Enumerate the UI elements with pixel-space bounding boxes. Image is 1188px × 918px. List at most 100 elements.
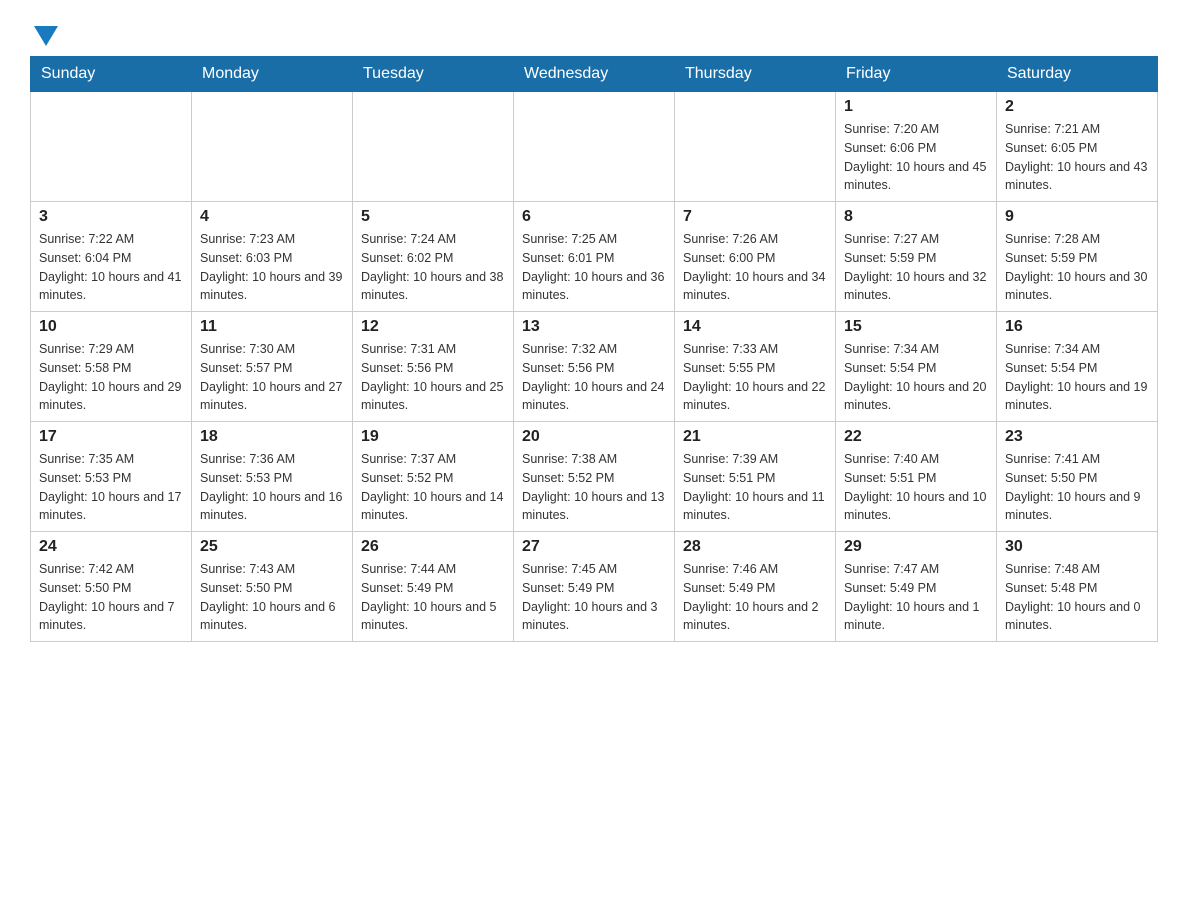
calendar-cell: 25 Sunrise: 7:43 AMSunset: 5:50 PMDayligh… bbox=[192, 532, 353, 642]
day-number: 9 bbox=[1005, 208, 1149, 226]
calendar-cell: 10 Sunrise: 7:29 AMSunset: 5:58 PMDayligh… bbox=[31, 312, 192, 422]
day-info: Sunrise: 7:36 AMSunset: 5:53 PMDaylight:… bbox=[200, 450, 344, 525]
calendar-cell: 14 Sunrise: 7:33 AMSunset: 5:55 PMDayligh… bbox=[675, 312, 836, 422]
calendar-cell: 1 Sunrise: 7:20 AMSunset: 6:06 PMDaylight… bbox=[836, 92, 997, 202]
day-info: Sunrise: 7:42 AMSunset: 5:50 PMDaylight:… bbox=[39, 560, 183, 635]
calendar-cell: 13 Sunrise: 7:32 AMSunset: 5:56 PMDayligh… bbox=[514, 312, 675, 422]
logo bbox=[30, 20, 58, 46]
calendar-cell: 17Sunrise: 7:35 AMSunset: 5:53 PMDayligh… bbox=[31, 422, 192, 532]
calendar-cell: 6 Sunrise: 7:25 AMSunset: 6:01 PMDaylight… bbox=[514, 202, 675, 312]
day-info: Sunrise: 7:39 AMSunset: 5:51 PMDaylight:… bbox=[683, 450, 827, 525]
calendar-cell: 12 Sunrise: 7:31 AMSunset: 5:56 PMDayligh… bbox=[353, 312, 514, 422]
page-header bbox=[30, 20, 1158, 46]
day-number: 13 bbox=[522, 318, 666, 336]
calendar-cell: 24 Sunrise: 7:42 AMSunset: 5:50 PMDayligh… bbox=[31, 532, 192, 642]
day-number: 19 bbox=[361, 428, 505, 446]
day-number: 2 bbox=[1005, 98, 1149, 116]
day-info: Sunrise: 7:26 AMSunset: 6:00 PMDaylight:… bbox=[683, 230, 827, 305]
day-number: 27 bbox=[522, 538, 666, 556]
day-number: 23 bbox=[1005, 428, 1149, 446]
column-header-saturday: Saturday bbox=[997, 57, 1158, 92]
day-number: 28 bbox=[683, 538, 827, 556]
day-info: Sunrise: 7:44 AMSunset: 5:49 PMDaylight:… bbox=[361, 560, 505, 635]
day-number: 10 bbox=[39, 318, 183, 336]
day-info: Sunrise: 7:40 AMSunset: 5:51 PMDaylight:… bbox=[844, 450, 988, 525]
day-number: 24 bbox=[39, 538, 183, 556]
day-number: 25 bbox=[200, 538, 344, 556]
day-info: Sunrise: 7:29 AMSunset: 5:58 PMDaylight:… bbox=[39, 340, 183, 415]
column-header-wednesday: Wednesday bbox=[514, 57, 675, 92]
day-number: 6 bbox=[522, 208, 666, 226]
column-header-monday: Monday bbox=[192, 57, 353, 92]
day-number: 26 bbox=[361, 538, 505, 556]
day-info: Sunrise: 7:27 AMSunset: 5:59 PMDaylight:… bbox=[844, 230, 988, 305]
calendar-cell: 11 Sunrise: 7:30 AMSunset: 5:57 PMDayligh… bbox=[192, 312, 353, 422]
calendar-cell bbox=[353, 92, 514, 202]
day-info: Sunrise: 7:25 AMSunset: 6:01 PMDaylight:… bbox=[522, 230, 666, 305]
calendar-cell bbox=[514, 92, 675, 202]
day-number: 18 bbox=[200, 428, 344, 446]
calendar-cell bbox=[192, 92, 353, 202]
calendar-cell: 18 Sunrise: 7:36 AMSunset: 5:53 PMDayligh… bbox=[192, 422, 353, 532]
day-number: 15 bbox=[844, 318, 988, 336]
day-info: Sunrise: 7:37 AMSunset: 5:52 PMDaylight:… bbox=[361, 450, 505, 525]
calendar-cell: 16 Sunrise: 7:34 AMSunset: 5:54 PMDayligh… bbox=[997, 312, 1158, 422]
day-info: Sunrise: 7:32 AMSunset: 5:56 PMDaylight:… bbox=[522, 340, 666, 415]
calendar-cell: 28 Sunrise: 7:46 AMSunset: 5:49 PMDayligh… bbox=[675, 532, 836, 642]
day-info: Sunrise: 7:21 AMSunset: 6:05 PMDaylight:… bbox=[1005, 120, 1149, 195]
day-number: 5 bbox=[361, 208, 505, 226]
calendar-cell: 7 Sunrise: 7:26 AMSunset: 6:00 PMDaylight… bbox=[675, 202, 836, 312]
day-number: 22 bbox=[844, 428, 988, 446]
day-number: 1 bbox=[844, 98, 988, 116]
day-number: 14 bbox=[683, 318, 827, 336]
calendar-cell bbox=[675, 92, 836, 202]
day-number: 12 bbox=[361, 318, 505, 336]
day-info: Sunrise: 7:41 AMSunset: 5:50 PMDaylight:… bbox=[1005, 450, 1149, 525]
day-number: 8 bbox=[844, 208, 988, 226]
day-number: 20 bbox=[522, 428, 666, 446]
calendar-header-row: SundayMondayTuesdayWednesdayThursdayFrid… bbox=[31, 57, 1158, 92]
day-info: Sunrise: 7:34 AMSunset: 5:54 PMDaylight:… bbox=[1005, 340, 1149, 415]
calendar-cell: 26 Sunrise: 7:44 AMSunset: 5:49 PMDayligh… bbox=[353, 532, 514, 642]
column-header-tuesday: Tuesday bbox=[353, 57, 514, 92]
calendar-cell: 15 Sunrise: 7:34 AMSunset: 5:54 PMDayligh… bbox=[836, 312, 997, 422]
day-info: Sunrise: 7:45 AMSunset: 5:49 PMDaylight:… bbox=[522, 560, 666, 635]
day-info: Sunrise: 7:30 AMSunset: 5:57 PMDaylight:… bbox=[200, 340, 344, 415]
calendar-cell: 8 Sunrise: 7:27 AMSunset: 5:59 PMDaylight… bbox=[836, 202, 997, 312]
day-number: 3 bbox=[39, 208, 183, 226]
calendar-cell bbox=[31, 92, 192, 202]
day-number: 4 bbox=[200, 208, 344, 226]
calendar-cell: 9Sunrise: 7:28 AMSunset: 5:59 PMDaylight… bbox=[997, 202, 1158, 312]
day-info: Sunrise: 7:20 AMSunset: 6:06 PMDaylight:… bbox=[844, 120, 988, 195]
calendar-week-2: 3Sunrise: 7:22 AMSunset: 6:04 PMDaylight… bbox=[31, 202, 1158, 312]
calendar-cell: 3Sunrise: 7:22 AMSunset: 6:04 PMDaylight… bbox=[31, 202, 192, 312]
day-info: Sunrise: 7:33 AMSunset: 5:55 PMDaylight:… bbox=[683, 340, 827, 415]
day-number: 30 bbox=[1005, 538, 1149, 556]
day-info: Sunrise: 7:24 AMSunset: 6:02 PMDaylight:… bbox=[361, 230, 505, 305]
day-number: 21 bbox=[683, 428, 827, 446]
calendar-cell: 29 Sunrise: 7:47 AMSunset: 5:49 PMDayligh… bbox=[836, 532, 997, 642]
calendar-cell: 2 Sunrise: 7:21 AMSunset: 6:05 PMDaylight… bbox=[997, 92, 1158, 202]
day-number: 7 bbox=[683, 208, 827, 226]
day-info: Sunrise: 7:35 AMSunset: 5:53 PMDaylight:… bbox=[39, 450, 183, 525]
day-info: Sunrise: 7:34 AMSunset: 5:54 PMDaylight:… bbox=[844, 340, 988, 415]
calendar-cell: 23 Sunrise: 7:41 AMSunset: 5:50 PMDayligh… bbox=[997, 422, 1158, 532]
calendar-table: SundayMondayTuesdayWednesdayThursdayFrid… bbox=[30, 56, 1158, 642]
calendar-cell: 30 Sunrise: 7:48 AMSunset: 5:48 PMDayligh… bbox=[997, 532, 1158, 642]
day-info: Sunrise: 7:47 AMSunset: 5:49 PMDaylight:… bbox=[844, 560, 988, 635]
day-info: Sunrise: 7:43 AMSunset: 5:50 PMDaylight:… bbox=[200, 560, 344, 635]
calendar-week-4: 17Sunrise: 7:35 AMSunset: 5:53 PMDayligh… bbox=[31, 422, 1158, 532]
day-number: 16 bbox=[1005, 318, 1149, 336]
day-info: Sunrise: 7:46 AMSunset: 5:49 PMDaylight:… bbox=[683, 560, 827, 635]
column-header-thursday: Thursday bbox=[675, 57, 836, 92]
day-info: Sunrise: 7:31 AMSunset: 5:56 PMDaylight:… bbox=[361, 340, 505, 415]
logo-arrow-icon bbox=[34, 26, 58, 46]
day-info: Sunrise: 7:48 AMSunset: 5:48 PMDaylight:… bbox=[1005, 560, 1149, 635]
calendar-cell: 4Sunrise: 7:23 AMSunset: 6:03 PMDaylight… bbox=[192, 202, 353, 312]
calendar-cell: 19 Sunrise: 7:37 AMSunset: 5:52 PMDayligh… bbox=[353, 422, 514, 532]
column-header-sunday: Sunday bbox=[31, 57, 192, 92]
day-number: 11 bbox=[200, 318, 344, 336]
column-header-friday: Friday bbox=[836, 57, 997, 92]
calendar-cell: 20Sunrise: 7:38 AMSunset: 5:52 PMDayligh… bbox=[514, 422, 675, 532]
day-number: 29 bbox=[844, 538, 988, 556]
